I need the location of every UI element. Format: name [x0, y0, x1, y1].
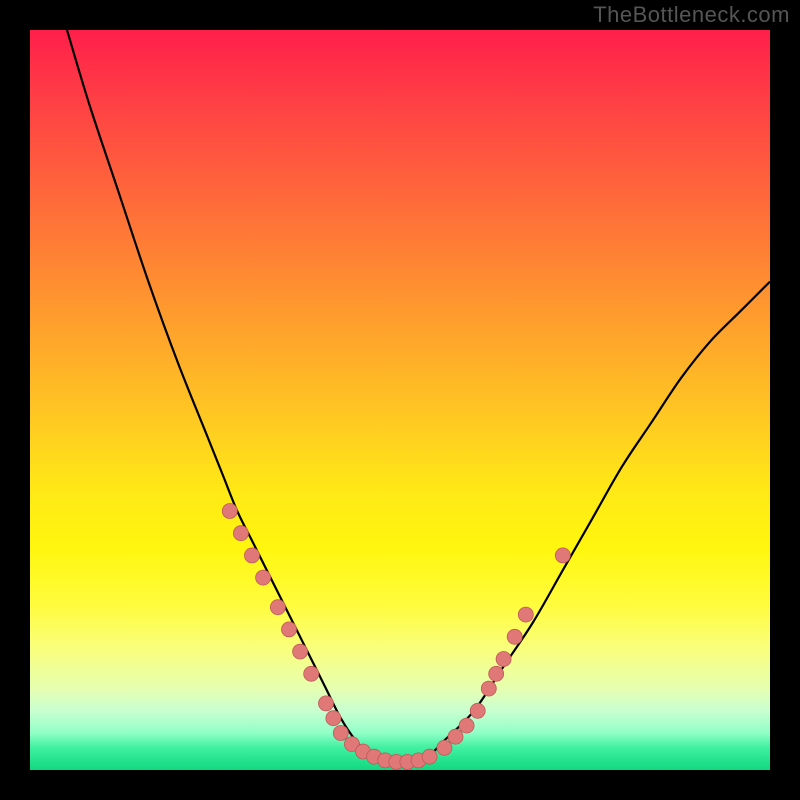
- curve-marker: [459, 718, 474, 733]
- watermark-text: TheBottleneck.com: [593, 2, 790, 28]
- chart-frame: TheBottleneck.com: [0, 0, 800, 800]
- curve-marker: [422, 749, 437, 764]
- curve-marker: [222, 504, 237, 519]
- curve-marker: [282, 622, 297, 637]
- curve-marker: [245, 548, 260, 563]
- curve-marker: [437, 740, 452, 755]
- curve-marker: [319, 696, 334, 711]
- curve-marker: [233, 526, 248, 541]
- curve-marker: [270, 600, 285, 615]
- curve-marker: [470, 703, 485, 718]
- plot-area: [30, 30, 770, 770]
- curve-layer: [30, 30, 770, 770]
- curve-marker: [333, 726, 348, 741]
- curve-marker: [555, 548, 570, 563]
- marker-group: [222, 504, 570, 770]
- bottleneck-curve-path: [67, 30, 770, 763]
- curve-marker: [326, 711, 341, 726]
- curve-marker: [496, 652, 511, 667]
- curve-marker: [481, 681, 496, 696]
- curve-marker: [293, 644, 308, 659]
- curve-marker: [518, 607, 533, 622]
- curve-marker: [304, 666, 319, 681]
- curve-marker: [507, 629, 522, 644]
- curve-marker: [489, 666, 504, 681]
- curve-marker: [256, 570, 271, 585]
- curve-marker: [448, 729, 463, 744]
